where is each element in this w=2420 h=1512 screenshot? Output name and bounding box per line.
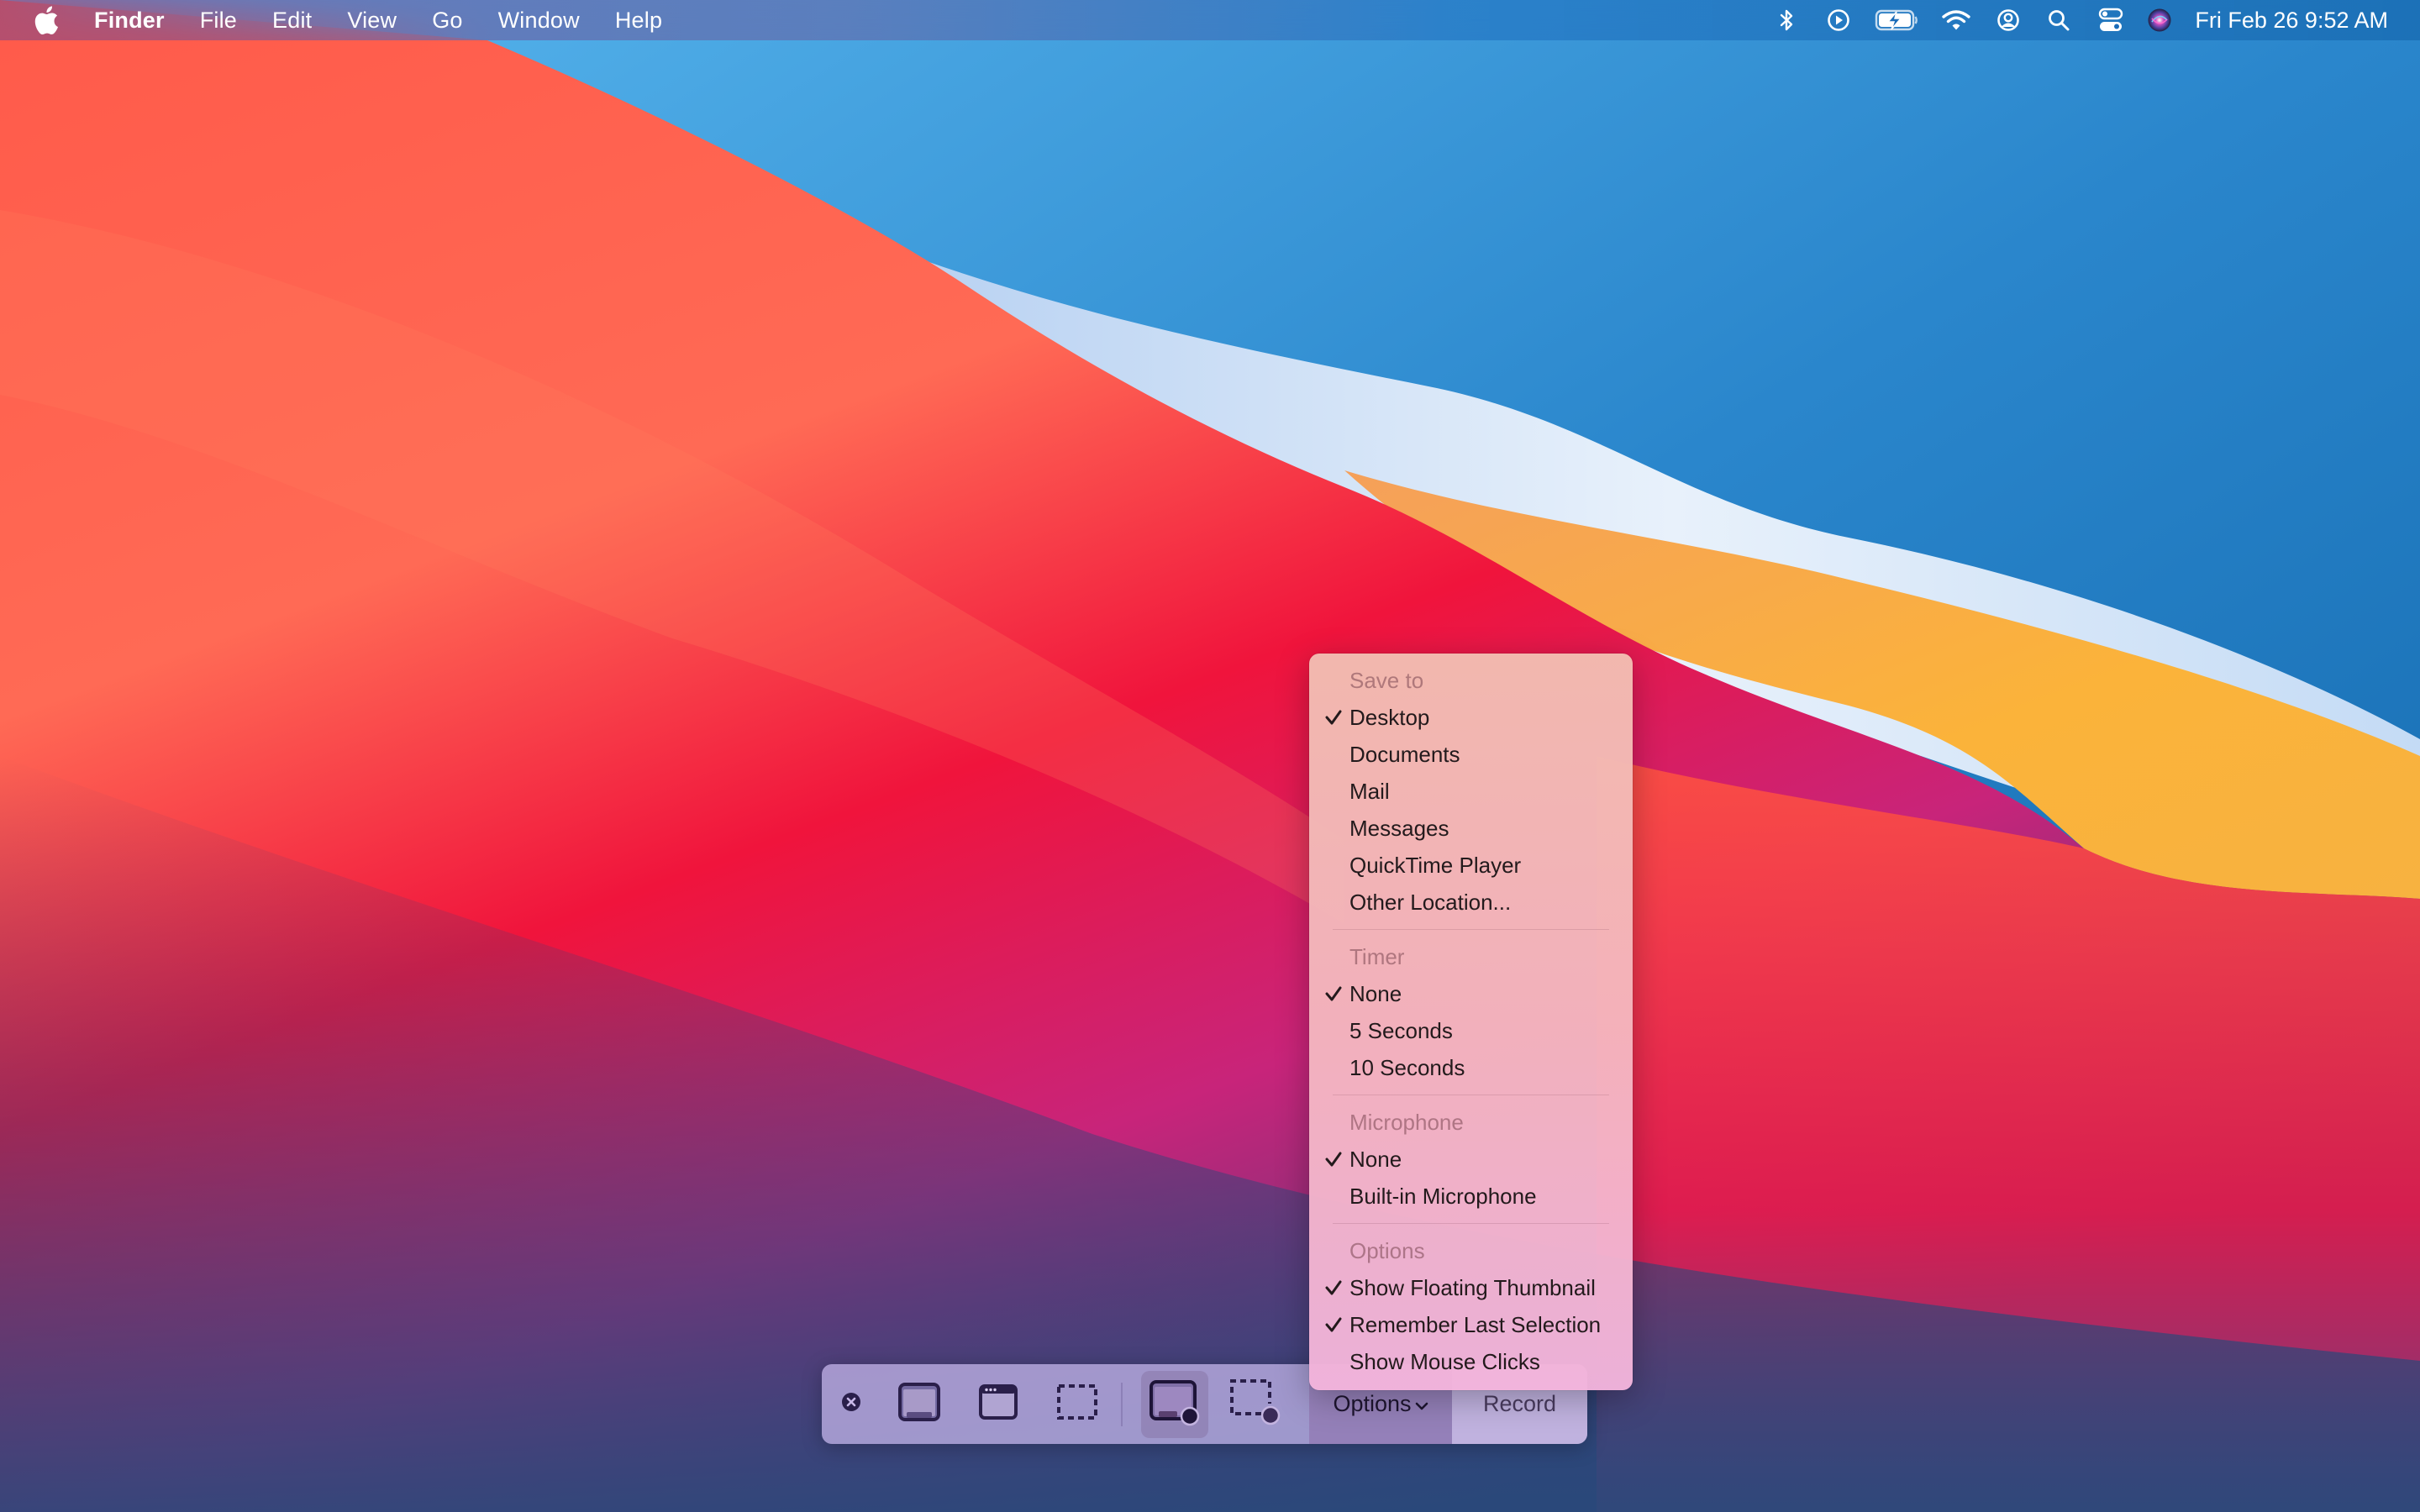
menu-item-quicktime-player[interactable]: QuickTime Player xyxy=(1309,847,1633,884)
menu-edit[interactable]: Edit xyxy=(272,8,312,34)
options-label: Options xyxy=(1333,1391,1412,1416)
capture-entire-screen-icon xyxy=(897,1382,941,1426)
control-center-icon[interactable] xyxy=(2094,0,2128,40)
menu-item-label: QuickTime Player xyxy=(1349,853,1522,878)
menu-item-10-seconds[interactable]: 10 Seconds xyxy=(1309,1049,1633,1086)
section-title-save-to: Save to xyxy=(1349,668,1424,693)
capture-selection-icon xyxy=(1056,1383,1098,1425)
menu-item-5-seconds[interactable]: 5 Seconds xyxy=(1309,1012,1633,1049)
spotlight-search-icon[interactable] xyxy=(2042,0,2075,40)
wifi-icon[interactable] xyxy=(1939,0,1973,40)
user-account-icon[interactable] xyxy=(1991,0,2025,40)
record-selection-icon xyxy=(1229,1378,1281,1430)
record-entire-screen-button[interactable] xyxy=(1141,1371,1208,1438)
bluetooth-icon[interactable] xyxy=(1770,0,1803,40)
menu-item-label: 5 Seconds xyxy=(1349,1018,1453,1043)
menu-item-mail[interactable]: Mail xyxy=(1309,773,1633,810)
checkmark-icon xyxy=(1324,1269,1344,1306)
desktop-wallpaper xyxy=(0,0,2420,1512)
checkmark-icon xyxy=(1324,699,1344,736)
screen-recording-icon[interactable] xyxy=(1822,0,1855,40)
menu-item-label: Built-in Microphone xyxy=(1349,1184,1537,1209)
menu-item-label: Messages xyxy=(1349,816,1449,841)
close-toolbar-button[interactable] xyxy=(837,1364,865,1444)
menu-item-label: Show Mouse Clicks xyxy=(1349,1349,1540,1374)
section-title-options: Options xyxy=(1349,1238,1425,1263)
menu-item-microphone-none[interactable]: None xyxy=(1309,1141,1633,1178)
siri-icon[interactable] xyxy=(2144,0,2175,40)
capture-entire-screen-button[interactable] xyxy=(884,1364,955,1444)
apple-logo-icon[interactable] xyxy=(34,5,60,35)
menu-item-show-mouse-clicks[interactable]: Show Mouse Clicks xyxy=(1309,1343,1633,1380)
menu-item-show-floating-thumbnail[interactable]: Show Floating Thumbnail xyxy=(1309,1269,1633,1306)
menu-item-label: 10 Seconds xyxy=(1349,1055,1465,1080)
checkmark-icon xyxy=(1324,1306,1344,1343)
checkmark-icon xyxy=(1324,1141,1344,1178)
menu-item-documents[interactable]: Documents xyxy=(1309,736,1633,773)
menu-item-label: Show Floating Thumbnail xyxy=(1349,1275,1596,1300)
menu-item-label: Mail xyxy=(1349,779,1390,804)
menu-view[interactable]: View xyxy=(347,8,397,34)
menu-item-label: Desktop xyxy=(1349,705,1430,730)
record-entire-screen-icon xyxy=(1149,1379,1201,1431)
menu-item-label: None xyxy=(1349,1147,1402,1172)
menu-separator xyxy=(1333,1223,1609,1224)
menu-item-label: None xyxy=(1349,981,1402,1006)
capture-window-button[interactable] xyxy=(963,1364,1034,1444)
menu-item-timer-none[interactable]: None xyxy=(1309,975,1633,1012)
menu-separator xyxy=(1333,929,1609,930)
menu-item-built-in-microphone[interactable]: Built-in Microphone xyxy=(1309,1178,1633,1215)
toolbar-divider xyxy=(1121,1383,1123,1426)
battery-charging-icon[interactable] xyxy=(1874,0,1921,40)
menu-window[interactable]: Window xyxy=(498,8,580,34)
menu-item-label: Other Location... xyxy=(1349,890,1512,915)
close-circle-icon xyxy=(841,1392,861,1416)
options-menu: Save to Desktop Documents Mail Messages … xyxy=(1309,654,1633,1390)
menu-item-label: Documents xyxy=(1349,742,1460,767)
menu-item-desktop[interactable]: Desktop xyxy=(1309,699,1633,736)
checkmark-icon xyxy=(1324,975,1344,1012)
menu-item-label: Remember Last Selection xyxy=(1349,1312,1602,1337)
menu-item-other-location[interactable]: Other Location... xyxy=(1309,884,1633,921)
section-title-timer: Timer xyxy=(1349,944,1405,969)
record-selection-button[interactable] xyxy=(1220,1364,1291,1444)
capture-selection-button[interactable] xyxy=(1042,1364,1113,1444)
menu-item-messages[interactable]: Messages xyxy=(1309,810,1633,847)
menu-go[interactable]: Go xyxy=(432,8,462,34)
section-title-microphone: Microphone xyxy=(1349,1110,1464,1135)
menu-item-remember-last-selection[interactable]: Remember Last Selection xyxy=(1309,1306,1633,1343)
menu-finder[interactable]: Finder xyxy=(94,8,165,34)
capture-window-icon xyxy=(978,1383,1018,1425)
menubar-clock[interactable]: Fri Feb 26 9:52 AM xyxy=(2195,8,2388,34)
chevron-down-icon xyxy=(1415,1391,1428,1417)
menu-bar: Finder File Edit View Go Window Help Fri… xyxy=(0,0,2420,40)
menu-file[interactable]: File xyxy=(200,8,237,34)
menu-help[interactable]: Help xyxy=(615,8,662,34)
